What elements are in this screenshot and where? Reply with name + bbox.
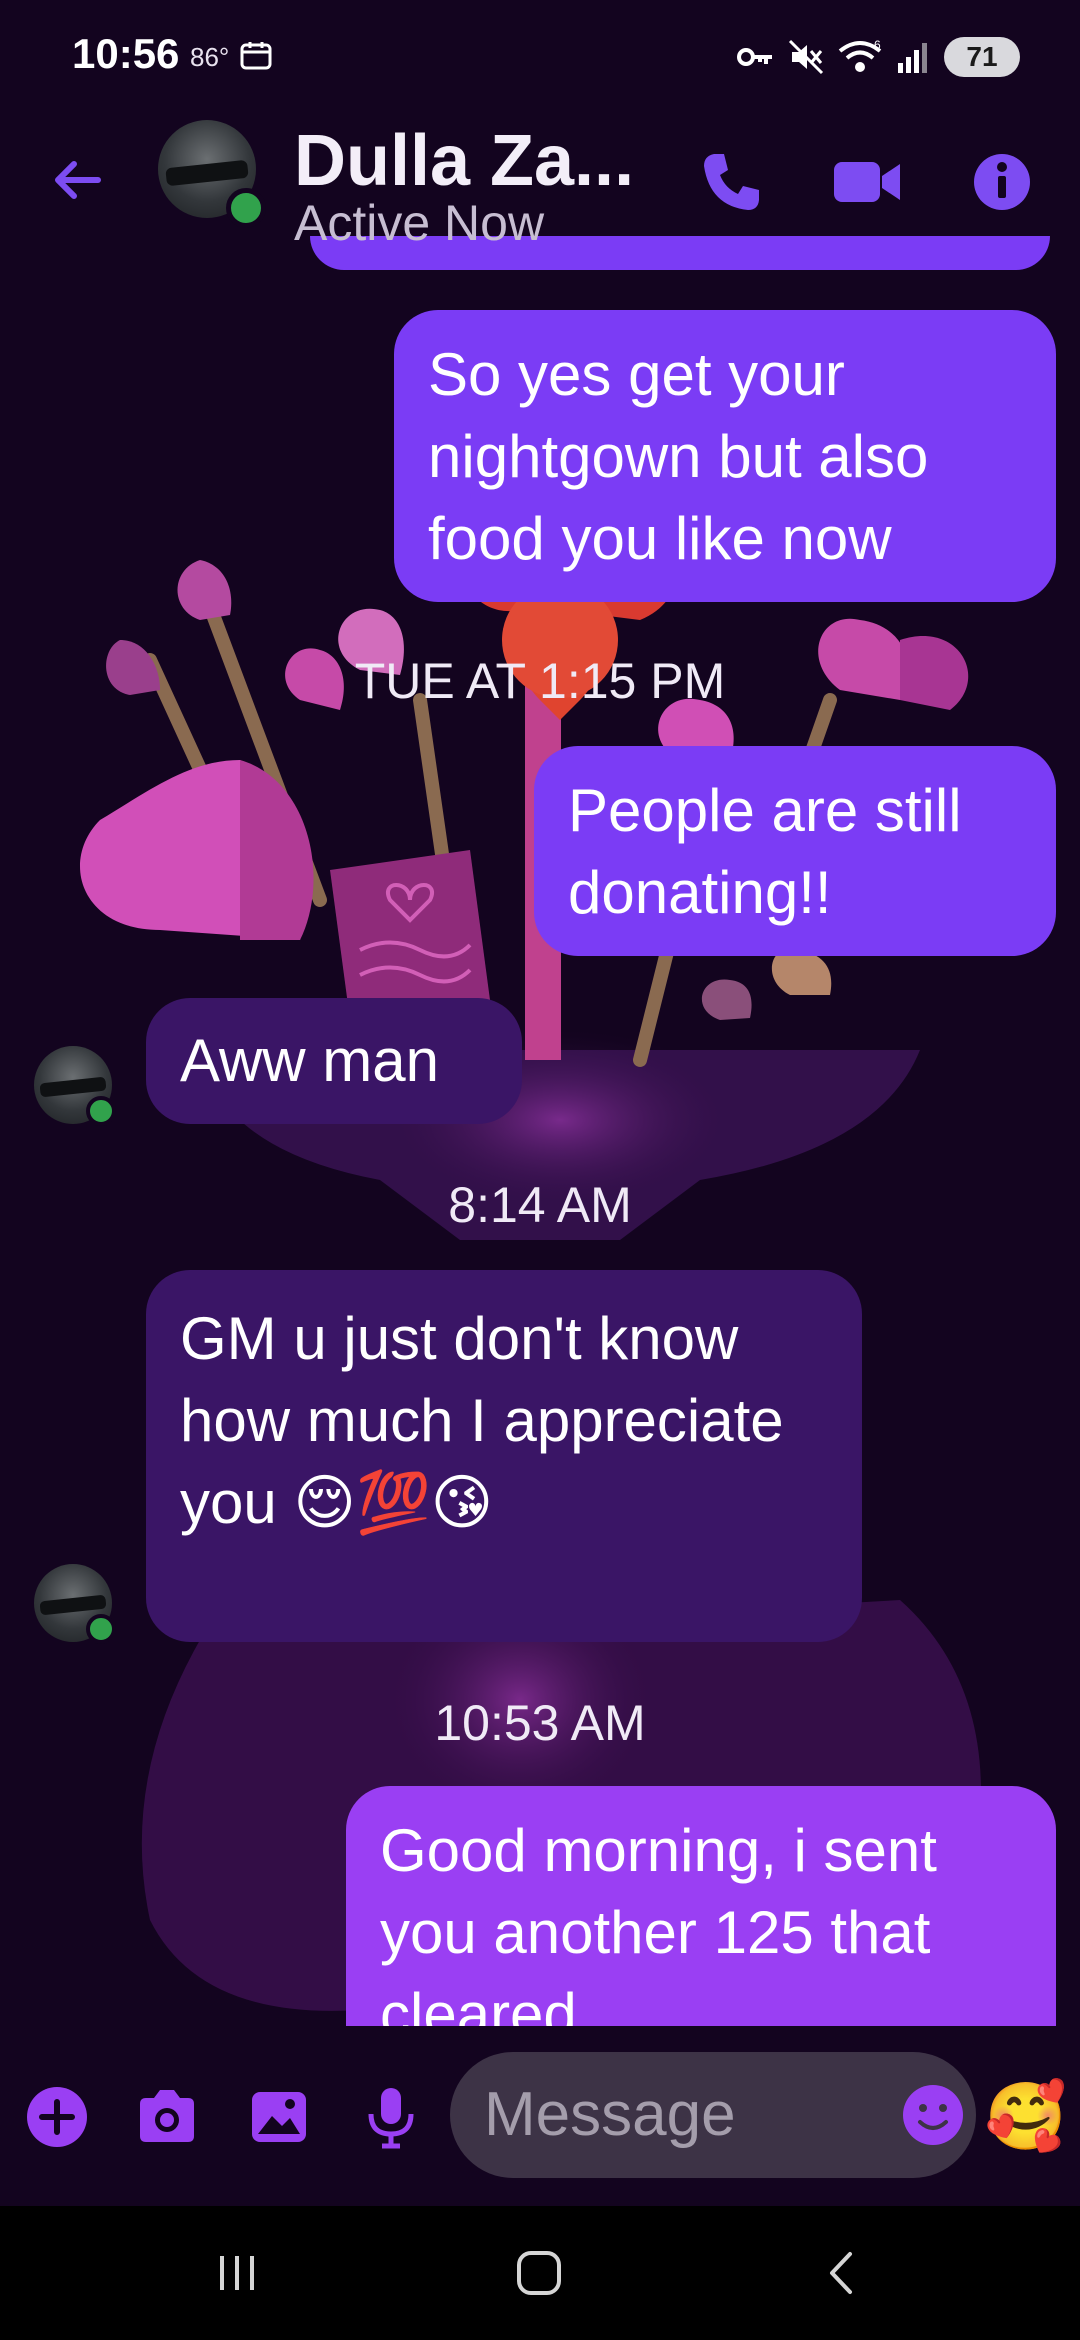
svg-text:6: 6 [874,39,881,52]
status-time: 10:56 [72,30,180,77]
recent-apps-icon[interactable] [202,2242,272,2304]
add-icon[interactable] [22,2082,92,2152]
message-text: So yes get your nightgown but also food … [428,341,929,572]
contact-name[interactable]: Dulla Za... [294,120,634,202]
phone-call-icon[interactable] [692,142,772,222]
microphone-icon[interactable] [356,2082,426,2152]
battery-level: 71 [966,41,998,72]
camera-icon[interactable] [132,2082,202,2152]
mute-icon [788,39,824,75]
message-composer: Message 🥰 [0,2026,1080,2206]
back-icon[interactable] [806,2242,876,2304]
quick-reaction-button[interactable]: 🥰 [984,2074,1068,2158]
message-bubble-incoming[interactable]: GM u just don't know how much I apprecia… [146,1270,862,1642]
signal-icon [898,43,927,73]
active-status: Active Now [294,195,545,251]
video-call-icon[interactable] [826,142,906,222]
message-bubble-outgoing[interactable]: So yes get your nightgown but also food … [394,310,1056,602]
message-bubble-outgoing[interactable]: People are still donating!! [534,746,1056,956]
message-input-placeholder: Message [484,2080,736,2149]
vpn-key-icon [737,48,772,66]
online-indicator [86,1096,116,1126]
system-navigation-bar [0,2206,1080,2340]
calendar-notification-icon [240,42,272,70]
message-text: Aww man [180,1027,439,1094]
home-icon[interactable] [504,2242,574,2304]
battery-indicator: 71 [944,37,1020,77]
wifi-icon: 6 [838,39,882,72]
online-indicator [226,188,266,228]
gallery-icon[interactable] [244,2082,314,2152]
emoji-icon[interactable] [892,2074,974,2156]
conversation-header: Dulla Za... Active Now [0,120,1080,270]
back-arrow-icon[interactable] [48,150,108,210]
status-temperature: 86° [190,42,230,72]
message-timestamp: 10:53 AM [434,1695,646,1751]
message-text: People are still donating!! [568,777,962,926]
status-bar: 10:56 86° 6 71 [0,0,1080,120]
info-icon[interactable] [962,142,1042,222]
message-text: GM u just don't know how much I apprecia… [180,1305,784,1536]
message-timestamp: 8:14 AM [448,1177,632,1233]
message-timestamp: TUE AT 1:15 PM [354,653,726,709]
message-text: Good morning, i sent you another 125 tha… [380,1817,937,2048]
online-indicator [86,1614,116,1644]
message-bubble-incoming[interactable]: Aww man [146,998,522,1124]
